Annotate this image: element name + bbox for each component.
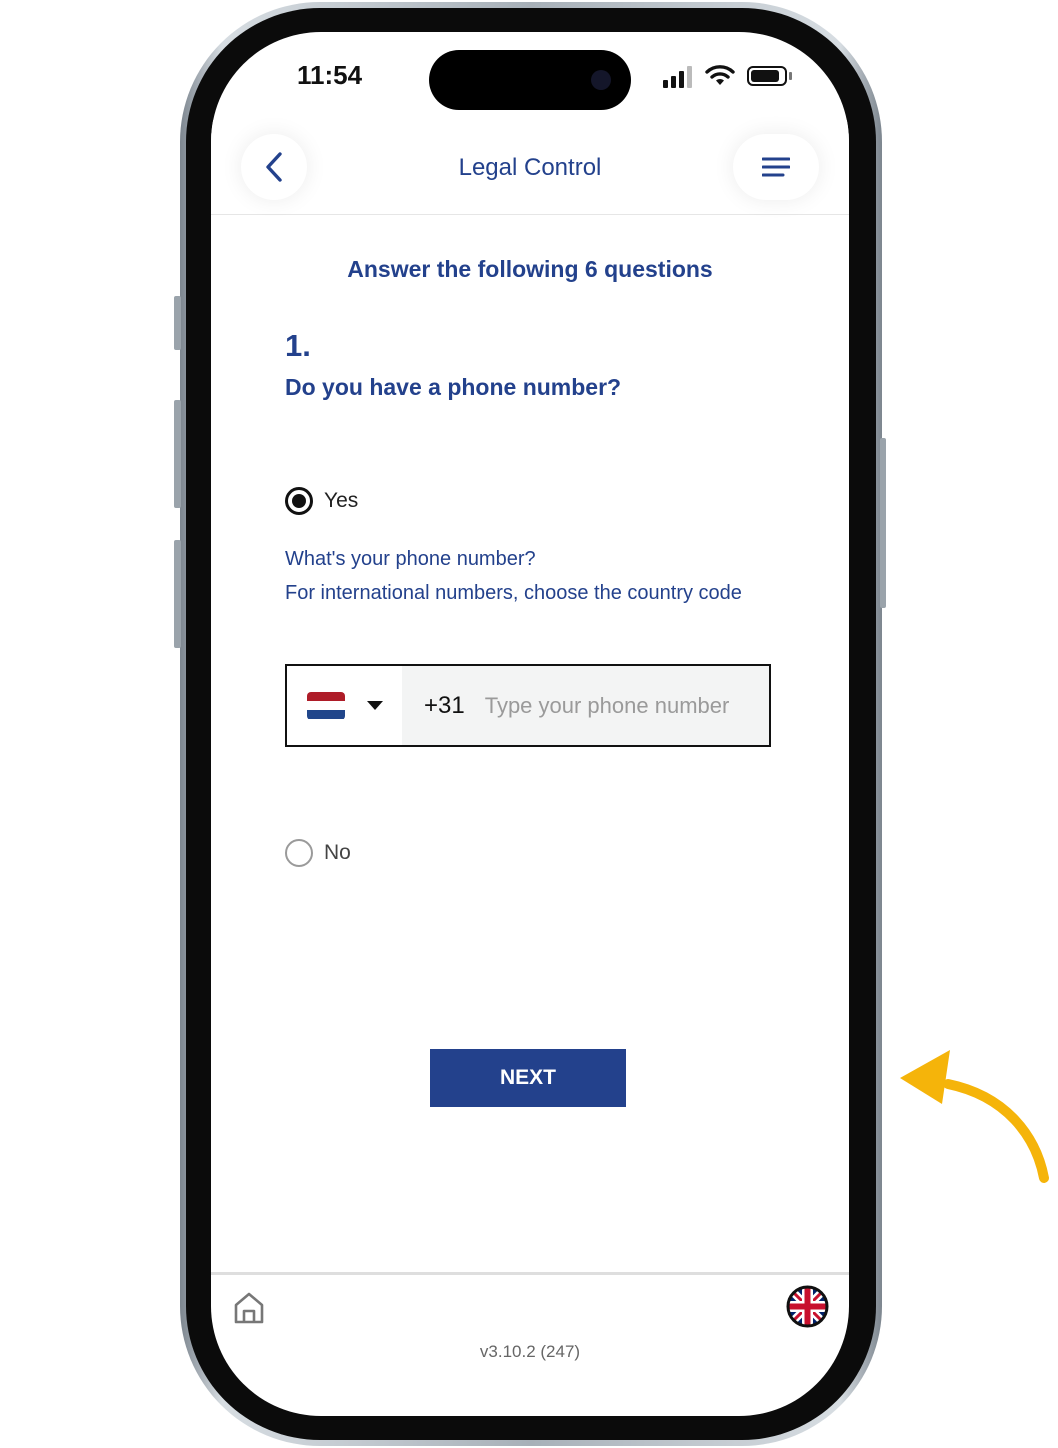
caret-down-icon [367, 701, 383, 710]
power-button [880, 438, 886, 608]
option-yes[interactable]: Yes [285, 487, 358, 515]
status-icons [663, 64, 803, 88]
phone-prompt-line2: For international numbers, choose the co… [285, 582, 742, 604]
phone-number-area: +31 [402, 666, 769, 745]
dynamic-island [429, 50, 631, 110]
phone-screen: 11:54 Legal Control Answer the following… [211, 32, 849, 1416]
dial-code: +31 [424, 691, 465, 719]
phone-number-input[interactable] [484, 692, 765, 719]
next-button[interactable]: NEXT [430, 1049, 626, 1107]
wifi-icon [705, 65, 735, 85]
country-code-select[interactable] [287, 666, 402, 745]
front-camera [591, 70, 611, 90]
phone-number-field: +31 [285, 664, 771, 747]
netherlands-flag-icon [307, 691, 345, 720]
question-text: Do you have a phone number? [285, 374, 622, 400]
footer-divider [211, 1272, 849, 1275]
question-number: 1. [285, 328, 311, 363]
volume-down-button [174, 540, 181, 648]
battery-icon [747, 66, 787, 86]
questions-heading: Answer the following 6 questions [347, 256, 713, 282]
battery-tip [789, 72, 792, 80]
radio-yes[interactable] [285, 487, 313, 515]
phone-prompt-line1: What's your phone number? [285, 548, 536, 570]
app-header: Legal Control [211, 120, 849, 215]
phone-prompt: What's your phone number? For internatio… [285, 542, 765, 610]
mute-switch [174, 296, 181, 350]
uk-flag-icon[interactable] [786, 1285, 829, 1328]
radio-no[interactable] [285, 839, 313, 867]
option-yes-label: Yes [324, 489, 359, 512]
option-no[interactable]: No [285, 839, 351, 867]
volume-up-button [174, 400, 181, 508]
home-icon[interactable] [231, 1290, 267, 1326]
hamburger-menu-icon [762, 157, 790, 177]
app-version: v3.10.2 (247) [479, 1342, 581, 1361]
annotation-arrow-icon [900, 1050, 1049, 1183]
menu-button[interactable] [733, 134, 819, 200]
option-no-label: No [324, 841, 351, 864]
status-time: 11:54 [297, 60, 363, 90]
